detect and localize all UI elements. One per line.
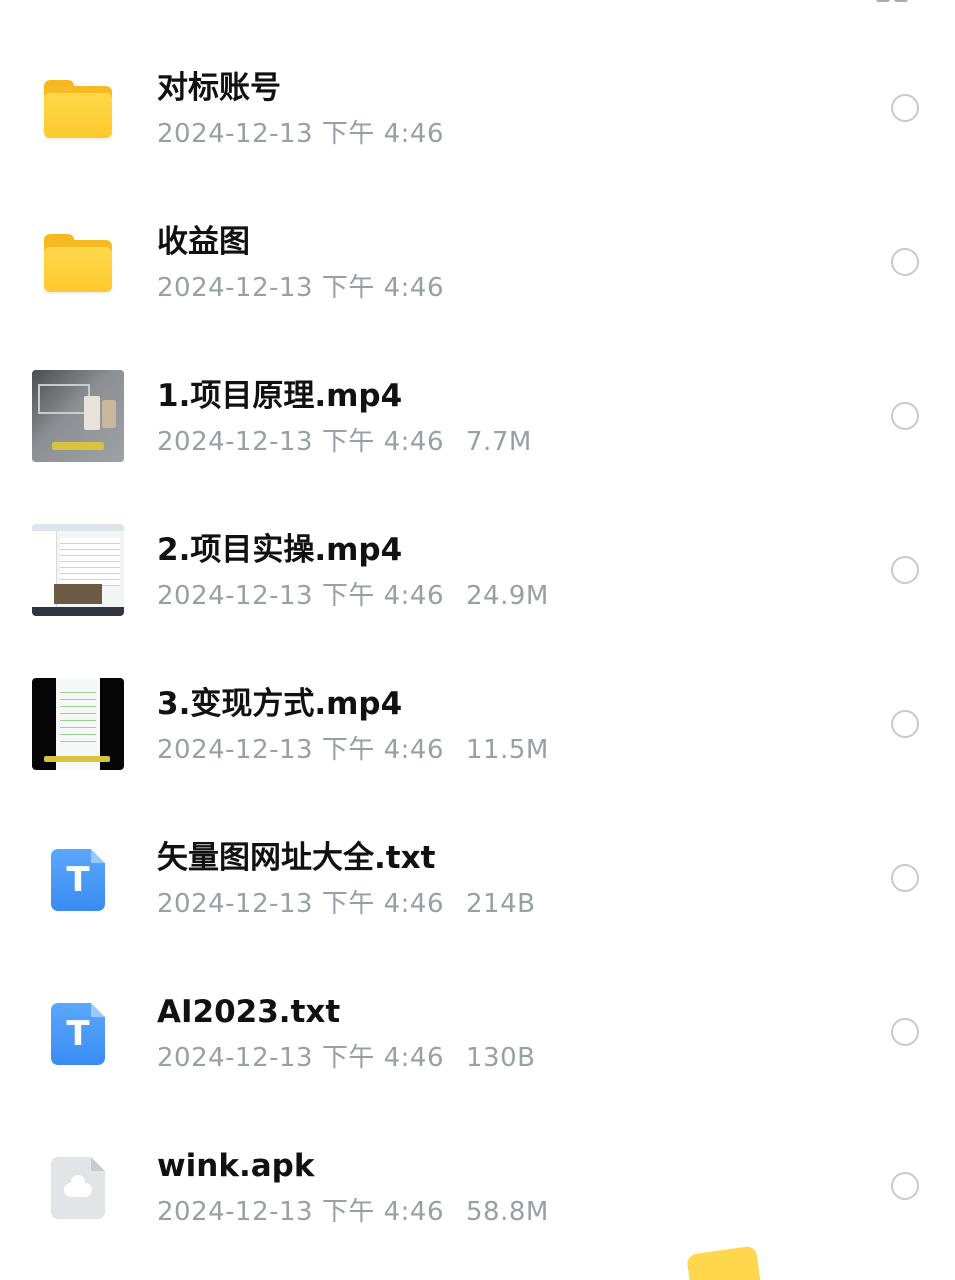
folder-icon [44,80,112,138]
txt-glyph: T [66,1014,90,1054]
list-item[interactable]: 3.变现方式.mp4 2024-12-13 下午 4:46 11.5M [0,647,955,801]
video-thumbnail [32,678,124,770]
file-date: 2024-12-13 下午 4:46 [157,735,445,765]
file-size: 24.9M [466,581,549,611]
file-browser-screen: 对标账号 2024-12-13 下午 4:46 收益图 2024-12-13 下… [0,0,955,1280]
file-size: 130B [466,1043,536,1073]
file-date: 2024-12-13 下午 4:46 [157,427,445,457]
file-name: AI2023.txt [157,994,341,1030]
file-date: 2024-12-13 下午 4:46 [157,581,445,611]
file-meta: 2024-12-13 下午 4:46 [157,117,444,151]
list-item[interactable]: 对标账号 2024-12-13 下午 4:46 [0,31,955,185]
list-item[interactable]: 1.项目原理.mp4 2024-12-13 下午 4:46 7.7M [0,339,955,493]
video-thumbnail [32,524,124,616]
header-partial [0,0,955,6]
file-date: 2024-12-13 下午 4:46 [157,119,445,149]
file-date: 2024-12-13 下午 4:46 [157,273,445,303]
file-name: 3.变现方式.mp4 [157,686,403,722]
file-name: 对标账号 [157,70,281,106]
file-name: 2.项目实操.mp4 [157,532,403,568]
list-item[interactable]: T AI2023.txt 2024-12-13 下午 4:46 130B [0,955,955,1109]
file-date: 2024-12-13 下午 4:46 [157,1043,445,1073]
select-radio[interactable] [891,1172,919,1200]
file-date: 2024-12-13 下午 4:46 [157,889,445,919]
select-radio[interactable] [891,94,919,122]
list-item[interactable]: 收益图 2024-12-13 下午 4:46 [0,185,955,339]
list-item[interactable]: T 矢量图网址大全.txt 2024-12-13 下午 4:46 214B [0,801,955,955]
file-meta: 2024-12-13 下午 4:46 130B [157,1041,535,1075]
list-item[interactable]: 2.项目实操.mp4 2024-12-13 下午 4:46 24.9M [0,493,955,647]
file-size: 214B [466,889,536,919]
file-meta: 2024-12-13 下午 4:46 11.5M [157,733,549,767]
txt-glyph: T [66,860,90,900]
file-meta: 2024-12-13 下午 4:46 [157,271,444,305]
file-size: 58.8M [466,1197,549,1227]
select-radio[interactable] [891,248,919,276]
grid-view-icon[interactable] [876,0,910,2]
folder-icon [44,234,112,292]
file-meta: 2024-12-13 下午 4:46 58.8M [157,1195,549,1229]
select-radio[interactable] [891,710,919,738]
file-name: 收益图 [157,224,250,260]
file-size: 7.7M [466,427,532,457]
video-thumbnail [32,370,124,462]
txt-file-icon: T [51,849,105,911]
select-radio[interactable] [891,556,919,584]
list-item[interactable]: wink.apk 2024-12-13 下午 4:46 58.8M [0,1109,955,1263]
file-name: 矢量图网址大全.txt [157,840,436,876]
file-size: 11.5M [466,735,549,765]
cloud-file-icon [51,1157,105,1219]
file-date: 2024-12-13 下午 4:46 [157,1197,445,1227]
select-radio[interactable] [891,402,919,430]
file-meta: 2024-12-13 下午 4:46 214B [157,887,535,921]
file-list: 对标账号 2024-12-13 下午 4:46 收益图 2024-12-13 下… [0,31,955,1263]
file-meta: 2024-12-13 下午 4:46 7.7M [157,425,532,459]
file-name: 1.项目原理.mp4 [157,378,403,414]
file-meta: 2024-12-13 下午 4:46 24.9M [157,579,549,613]
txt-file-icon: T [51,1003,105,1065]
select-radio[interactable] [891,864,919,892]
file-name: wink.apk [157,1148,315,1184]
select-radio[interactable] [891,1018,919,1046]
